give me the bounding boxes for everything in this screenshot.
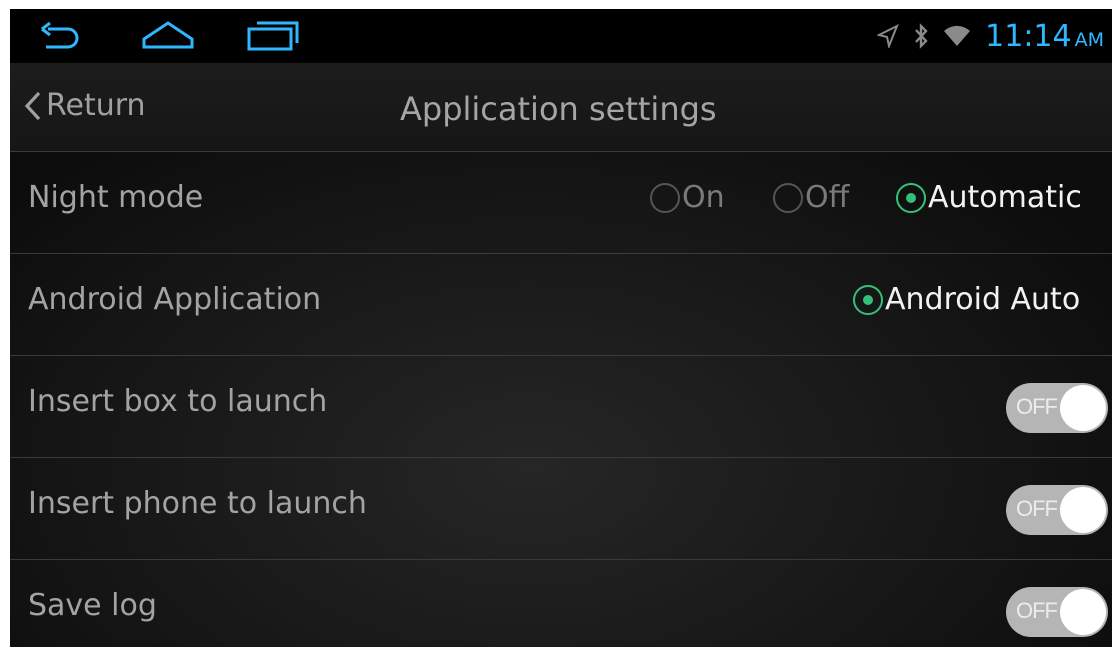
toggle-state-label: OFF — [1016, 496, 1058, 521]
home-nav-icon[interactable] — [140, 19, 196, 53]
back-nav-icon[interactable] — [38, 19, 84, 53]
toggle-knob — [1060, 589, 1106, 635]
bluetooth-icon — [915, 23, 928, 49]
toggle-knob — [1060, 385, 1106, 431]
option-label: Off — [805, 180, 850, 215]
option-label: Android Auto — [885, 282, 1081, 317]
setting-row-night-mode: Night mode On Off Automatic — [10, 151, 1112, 253]
toggle-state-label: OFF — [1016, 598, 1058, 623]
setting-row-save-log: Save log OFF — [10, 559, 1112, 647]
radio-selected-icon — [896, 182, 926, 213]
night-mode-option-off[interactable]: Off — [773, 180, 849, 215]
title-bar: Return Application settings — [10, 63, 1112, 151]
insert-phone-label: Insert phone to launch — [28, 486, 367, 521]
chevron-left-icon — [24, 91, 41, 120]
insert-box-toggle[interactable]: OFF — [1006, 383, 1108, 433]
night-mode-option-automatic[interactable]: Automatic — [896, 180, 1082, 215]
option-label: Automatic — [928, 180, 1082, 215]
save-log-toggle[interactable]: OFF — [1006, 587, 1108, 637]
radio-icon — [650, 182, 680, 213]
android-application-label: Android Application — [28, 282, 322, 317]
toggle-knob — [1060, 487, 1106, 533]
wifi-icon — [944, 25, 971, 46]
status-indicators: 11:14 AM — [863, 9, 1104, 63]
page-title: Application settings — [400, 90, 717, 128]
radio-icon — [773, 182, 803, 213]
radio-selected-icon — [853, 284, 883, 315]
clock: 11:14 AM — [985, 18, 1104, 54]
return-button[interactable]: Return — [24, 88, 146, 123]
setting-row-insert-box: Insert box to launch OFF — [10, 355, 1112, 457]
status-bar: 11:14 AM — [10, 9, 1112, 63]
app-screen: 11:14 AM Return Application settings Nigh… — [10, 9, 1112, 647]
option-label: On — [682, 180, 725, 215]
setting-row-insert-phone: Insert phone to launch OFF — [10, 457, 1112, 559]
location-icon — [877, 24, 900, 48]
return-label: Return — [46, 88, 146, 123]
night-mode-option-on[interactable]: On — [650, 180, 725, 215]
night-mode-label: Night mode — [28, 180, 204, 215]
save-log-label: Save log — [28, 588, 157, 623]
setting-row-android-application: Android Application Android Auto — [10, 253, 1112, 355]
insert-phone-toggle[interactable]: OFF — [1006, 485, 1108, 535]
recents-nav-icon[interactable] — [245, 19, 301, 53]
toggle-state-label: OFF — [1016, 394, 1058, 419]
android-auto-option[interactable]: Android Auto — [853, 282, 1080, 317]
insert-box-label: Insert box to launch — [28, 384, 328, 419]
